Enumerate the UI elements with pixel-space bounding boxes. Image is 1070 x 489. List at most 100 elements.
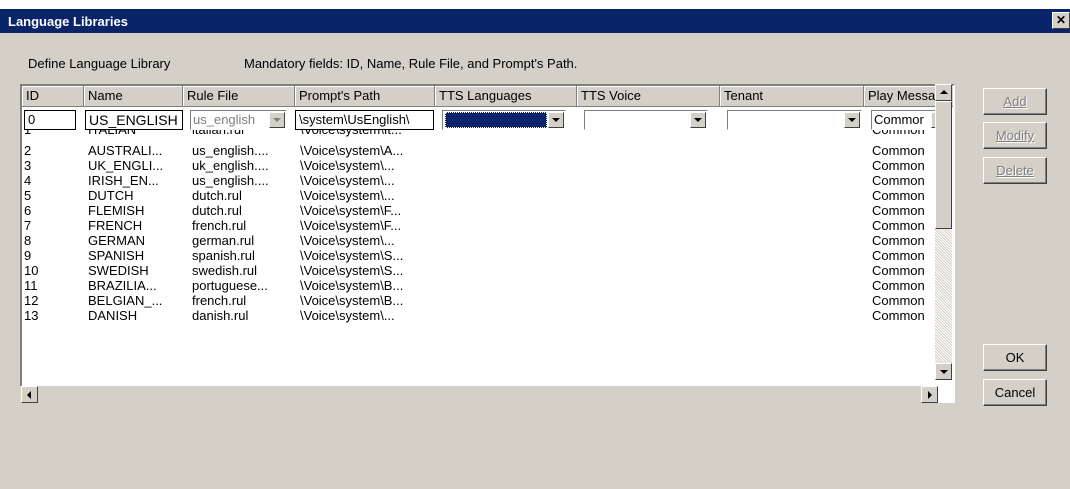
table-cell-rule[interactable]: spanish.rul: [190, 248, 294, 263]
add-button[interactable]: Add: [983, 88, 1047, 115]
table-cell-path[interactable]: \Voice\system\...: [298, 158, 434, 173]
tenant-combo[interactable]: [727, 110, 862, 130]
table-cell-path[interactable]: \Voice\system\B...: [298, 278, 434, 293]
column-header-tts-languages[interactable]: TTS Languages: [435, 86, 577, 107]
table-cell-id[interactable]: 7: [22, 218, 82, 233]
tts-voice-dropdown-button[interactable]: [690, 112, 706, 128]
language-grid[interactable]: ID Name Rule File Prompt's Path TTS Lang…: [20, 84, 955, 403]
column-header-tenant[interactable]: Tenant: [720, 86, 864, 107]
chevron-down-icon: [694, 118, 702, 122]
scroll-up-button[interactable]: [935, 84, 952, 101]
column-header-tts-voice[interactable]: TTS Voice: [577, 86, 720, 107]
table-cell-name[interactable]: BELGIAN_...: [86, 293, 183, 308]
modify-button[interactable]: Modify: [983, 122, 1047, 149]
table-cell-name[interactable]: AUSTRALI...: [86, 143, 183, 158]
table-cell-rule[interactable]: dutch.rul: [190, 203, 294, 218]
table-cell-name[interactable]: UK_ENGLI...: [86, 158, 183, 173]
table-cell-name[interactable]: SPANISH: [86, 248, 183, 263]
prompt-path-edit-field[interactable]: \system\UsEnglish\: [295, 110, 434, 130]
table-cell-rule[interactable]: uk_english....: [190, 158, 294, 173]
close-button[interactable]: ✕: [1052, 12, 1070, 29]
rule-file-value: us_english: [193, 112, 256, 127]
rule-file-dropdown-button[interactable]: [269, 112, 285, 128]
tts-voice-combo[interactable]: [584, 110, 708, 130]
table-cell-rule[interactable]: portuguese...: [190, 278, 294, 293]
table-cell-path[interactable]: \Voice\system\F...: [298, 203, 434, 218]
tts-language-combo[interactable]: [442, 110, 566, 130]
column-header-name[interactable]: Name: [84, 86, 183, 107]
table-cell-name[interactable]: FLEMISH: [86, 203, 183, 218]
column-header-rule-file[interactable]: Rule File: [183, 86, 295, 107]
title-bar: Language Libraries ✕: [0, 0, 1070, 33]
table-cell-name[interactable]: IRISH_EN...: [86, 173, 183, 188]
rule-file-combo[interactable]: us_english: [190, 110, 287, 130]
table-cell-path[interactable]: \Voice\system\S...: [298, 248, 434, 263]
tts-voice-value: [587, 112, 689, 128]
horizontal-scrollbar[interactable]: [20, 386, 937, 403]
mandatory-fields-label: Mandatory fields: ID, Name, Rule File, a…: [244, 56, 578, 71]
id-edit-field[interactable]: 0: [24, 110, 76, 130]
table-cell-id[interactable]: 11: [22, 278, 82, 293]
table-cell-path[interactable]: \Voice\system\F...: [298, 218, 434, 233]
table-cell-name[interactable]: FRENCH: [86, 218, 183, 233]
table-cell-name[interactable]: SWEDISH: [86, 263, 183, 278]
table-cell-id[interactable]: 4: [22, 173, 82, 188]
table-cell-rule[interactable]: french.rul: [190, 293, 294, 308]
chevron-down-icon: [552, 118, 560, 122]
table-cell-name[interactable]: GERMAN: [86, 233, 183, 248]
table-cell-id[interactable]: 9: [22, 248, 82, 263]
delete-button[interactable]: Delete: [983, 157, 1047, 184]
table-cell-id[interactable]: 10: [22, 263, 82, 278]
table-cell-rule[interactable]: german.rul: [190, 233, 294, 248]
vertical-scroll-thumb[interactable]: [935, 101, 952, 229]
add-button-label: Add: [1003, 94, 1027, 109]
tenant-value: [730, 112, 843, 128]
table-cell-id[interactable]: 12: [22, 293, 82, 308]
tenant-dropdown-button[interactable]: [844, 112, 860, 128]
table-cell-path[interactable]: \Voice\system\...: [298, 188, 434, 203]
table-cell-name[interactable]: BRAZILIA...: [86, 278, 183, 293]
column-header-id[interactable]: ID: [22, 86, 84, 107]
table-cell-path[interactable]: \Voice\system\S...: [298, 263, 434, 278]
table-cell-path[interactable]: \Voice\system\B...: [298, 293, 434, 308]
scroll-down-button[interactable]: [935, 363, 952, 380]
table-cell-id[interactable]: 13: [22, 308, 82, 323]
table-cell-path[interactable]: \Voice\system\...: [298, 308, 434, 323]
table-cell-rule[interactable]: danish.rul: [190, 308, 294, 323]
arrow-up-icon: [940, 90, 948, 94]
window-title: Language Libraries: [8, 14, 128, 29]
modify-button-label: Modify: [995, 128, 1035, 143]
table-cell-id[interactable]: 3: [22, 158, 82, 173]
table-cell-rule[interactable]: swedish.rul: [190, 263, 294, 278]
table-cell-path[interactable]: \Voice\system\...: [298, 233, 434, 248]
column-header-prompts-path[interactable]: Prompt's Path: [295, 86, 435, 107]
arrow-left-icon: [27, 391, 31, 399]
tts-language-value: [445, 112, 547, 128]
close-icon: ✕: [1055, 13, 1067, 27]
table-cell-id[interactable]: 6: [22, 203, 82, 218]
arrow-right-icon: [928, 391, 932, 399]
table-cell-id[interactable]: 5: [22, 188, 82, 203]
table-cell-id[interactable]: 8: [22, 233, 82, 248]
table-cell-id[interactable]: 2: [22, 143, 82, 158]
table-cell-path[interactable]: \Voice\system\...: [298, 173, 434, 188]
scroll-left-button[interactable]: [21, 386, 38, 403]
play-message-value: Commor: [874, 112, 924, 127]
tts-language-dropdown-button[interactable]: [548, 112, 564, 128]
cancel-button[interactable]: Cancel: [983, 379, 1047, 406]
table-cell-rule[interactable]: french.rul: [190, 218, 294, 233]
name-edit-field[interactable]: US_ENGLISH: [85, 110, 183, 130]
table-cell-path[interactable]: \Voice\system\A...: [298, 143, 434, 158]
table-cell-rule[interactable]: us_english....: [190, 173, 294, 188]
arrow-down-icon: [940, 370, 948, 374]
table-cell-name[interactable]: DUTCH: [86, 188, 183, 203]
chevron-down-icon: [848, 118, 856, 122]
chevron-down-icon: [273, 118, 281, 122]
table-cell-rule[interactable]: us_english....: [190, 143, 294, 158]
table-cell-name[interactable]: DANISH: [86, 308, 183, 323]
delete-button-label: Delete: [996, 163, 1034, 178]
ok-button[interactable]: OK: [983, 344, 1047, 371]
define-library-label: Define Language Library: [28, 56, 171, 71]
scroll-right-button[interactable]: [921, 386, 938, 403]
table-cell-rule[interactable]: dutch.rul: [190, 188, 294, 203]
